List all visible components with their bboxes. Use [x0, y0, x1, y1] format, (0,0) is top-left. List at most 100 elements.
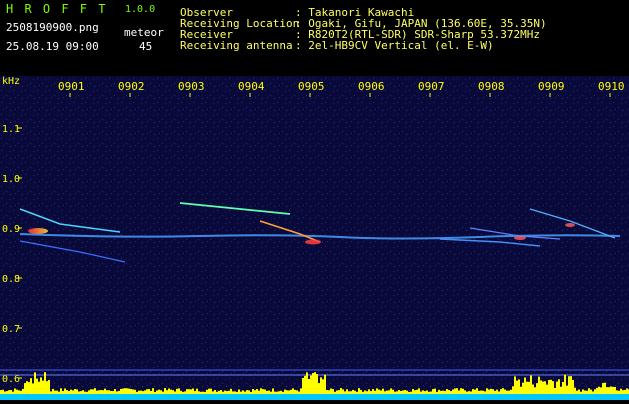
intensity-bar	[4, 391, 6, 394]
intensity-bar	[120, 388, 122, 394]
intensity-bar	[290, 389, 292, 394]
intensity-bar	[510, 389, 512, 394]
intensity-bar	[12, 391, 14, 394]
intensity-bar	[532, 384, 534, 394]
intensity-bar	[2, 389, 4, 394]
intensity-bar	[394, 391, 396, 394]
intensity-bar	[404, 389, 406, 394]
intensity-bar	[100, 390, 102, 394]
intensity-bar	[98, 390, 100, 394]
intensity-bar	[214, 390, 216, 394]
intensity-bar	[594, 389, 596, 394]
intensity-bar	[320, 377, 322, 394]
intensity-bar	[436, 391, 438, 394]
intensity-bar	[220, 390, 222, 394]
intensity-bar	[50, 391, 52, 394]
intensity-bar	[576, 390, 578, 394]
intensity-bar	[318, 383, 320, 394]
intensity-bar	[372, 389, 374, 394]
intensity-bar	[14, 388, 16, 394]
intensity-bar	[212, 391, 214, 394]
intensity-bar	[538, 376, 540, 394]
intensity-bar	[236, 391, 238, 394]
intensity-bar	[314, 372, 316, 394]
intensity-bar	[526, 381, 528, 394]
intensity-bar	[258, 390, 260, 394]
intensity-bar	[200, 391, 202, 394]
freq-tick-label: 0.9	[2, 224, 20, 235]
intensity-bar	[40, 377, 42, 394]
intensity-bar	[472, 389, 474, 394]
intensity-bar	[502, 388, 504, 394]
intensity-bar	[416, 389, 418, 394]
intensity-bar	[76, 389, 78, 394]
intensity-bar	[110, 390, 112, 394]
intensity-bar	[498, 391, 500, 394]
intensity-bar	[614, 386, 616, 394]
intensity-bar	[580, 391, 582, 394]
intensity-bar	[500, 389, 502, 394]
intensity-bar	[262, 389, 264, 394]
intensity-bar	[516, 380, 518, 394]
intensity-bar	[362, 391, 364, 394]
intensity-bar	[368, 389, 370, 394]
intensity-bar	[166, 390, 168, 394]
time-tick-label: 0906	[358, 80, 385, 93]
intensity-bar	[42, 380, 44, 394]
intensity-bar	[348, 391, 350, 394]
intensity-bar	[384, 391, 386, 394]
intensity-bar	[176, 388, 178, 394]
intensity-bar	[114, 389, 116, 394]
intensity-bar	[366, 391, 368, 394]
intensity-bar	[284, 389, 286, 394]
intensity-bar	[412, 389, 414, 394]
intensity-bar	[484, 391, 486, 394]
intensity-bar	[78, 391, 80, 394]
intensity-bar	[178, 388, 180, 394]
datetime: 25.08.19 09:00	[6, 40, 99, 53]
intensity-bar	[230, 388, 232, 394]
intensity-bar	[464, 390, 466, 394]
intensity-bar	[128, 388, 130, 394]
intensity-bar	[618, 390, 620, 394]
intensity-bar	[492, 389, 494, 394]
intensity-bar	[520, 386, 522, 394]
intensity-bar	[142, 391, 144, 394]
intensity-bar	[442, 390, 444, 394]
intensity-bar	[504, 389, 506, 394]
intensity-bar	[152, 388, 154, 394]
intensity-bar	[452, 389, 454, 394]
intensity-bar	[170, 389, 172, 394]
intensity-bar	[556, 381, 558, 394]
intensity-bar	[396, 391, 398, 394]
intensity-bar	[494, 390, 496, 394]
intensity-bar	[56, 390, 58, 394]
intensity-bar	[102, 390, 104, 394]
intensity-bar	[330, 388, 332, 394]
intensity-bar	[460, 388, 462, 394]
time-tick-label: 0902	[118, 80, 145, 93]
intensity-bar	[136, 391, 138, 394]
intensity-bar	[274, 391, 276, 394]
intensity-bar	[138, 390, 140, 394]
intensity-bar	[272, 388, 274, 394]
intensity-bar	[118, 390, 120, 394]
intensity-bar	[352, 389, 354, 394]
intensity-bar	[596, 387, 598, 394]
intensity-bar	[350, 391, 352, 394]
intensity-bar	[264, 389, 266, 394]
intensity-bar	[418, 388, 420, 394]
intensity-bar	[328, 390, 330, 394]
intensity-bar	[306, 372, 308, 394]
intensity-bar	[190, 389, 192, 394]
time-tick-label: 0910	[598, 80, 625, 93]
intensity-bar	[68, 391, 70, 394]
intensity-bar	[374, 390, 376, 394]
intensity-bar	[150, 390, 152, 394]
intensity-bar	[390, 388, 392, 394]
meteor-head-echo	[565, 223, 575, 227]
time-tick-label: 0905	[298, 80, 325, 93]
intensity-bar	[112, 391, 114, 394]
intensity-bar	[96, 390, 98, 394]
intensity-bar	[434, 388, 436, 394]
